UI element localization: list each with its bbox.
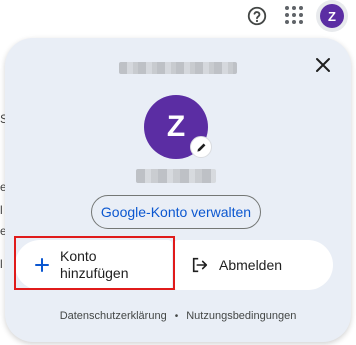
page-edge-text: l <box>0 203 3 217</box>
help-button[interactable] <box>244 3 270 29</box>
avatar: Z <box>320 4 344 28</box>
privacy-link[interactable]: Datenschutzerklärung <box>60 310 167 322</box>
pencil-icon <box>196 143 205 152</box>
manage-account-button[interactable]: Google-Konto verwalten <box>91 195 261 229</box>
sign-out-label: Abmelden <box>219 257 283 273</box>
help-circle-icon <box>247 6 267 26</box>
close-button[interactable] <box>312 54 334 76</box>
plus-icon <box>35 258 51 272</box>
account-name-redacted <box>136 169 216 183</box>
terms-link[interactable]: Nutzungsbedingungen <box>186 310 296 322</box>
sign-out-button[interactable]: Abmelden <box>174 240 333 290</box>
panel-footer: Datenschutzerklärung • Nutzungsbedingung… <box>5 310 351 322</box>
account-email-redacted <box>119 62 237 74</box>
apps-button[interactable] <box>283 4 305 26</box>
apps-grid-icon <box>285 6 289 10</box>
page-edge-text: l <box>0 257 3 271</box>
logout-icon <box>191 256 209 274</box>
edit-photo-button[interactable] <box>190 136 212 158</box>
add-account-label: Konto hinzufügen <box>60 248 129 281</box>
add-account-button[interactable]: Konto hinzufügen <box>15 240 172 290</box>
footer-separator: • <box>174 310 179 322</box>
account-avatar-button[interactable]: Z <box>316 0 348 32</box>
account-panel: Z Google-Konto verwalten Konto hinzufüge… <box>5 38 351 342</box>
close-icon <box>316 58 330 72</box>
